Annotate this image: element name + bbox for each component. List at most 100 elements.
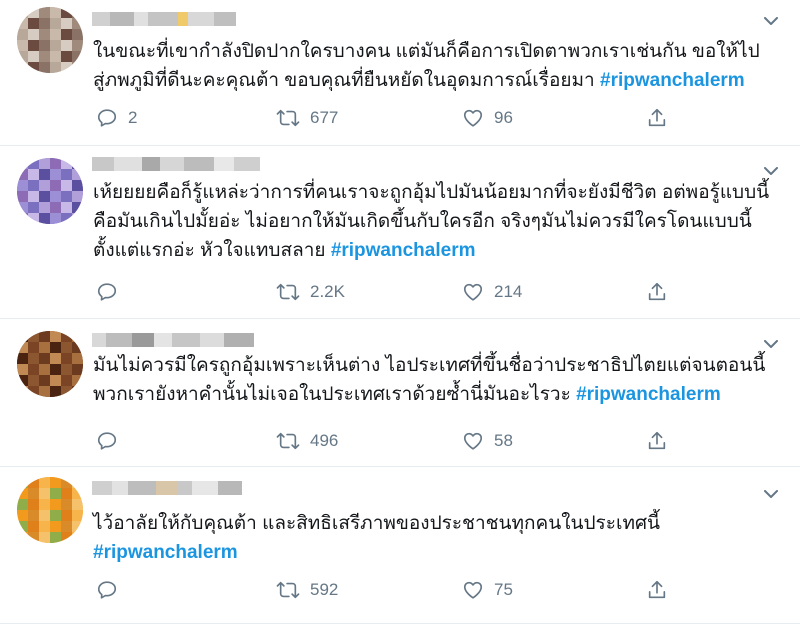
avatar-pixel — [39, 499, 50, 510]
avatar-pixel — [61, 510, 72, 521]
avatar-pixel — [72, 158, 83, 169]
avatar-pixel — [50, 62, 61, 73]
more-options-button[interactable] — [762, 485, 780, 503]
retweet-button[interactable]: 677 — [276, 106, 338, 130]
avatar-pixel — [28, 29, 39, 40]
avatar-pixel — [72, 169, 83, 180]
avatar-pixel — [28, 510, 39, 521]
like-button[interactable]: 96 — [462, 106, 513, 130]
hashtag-link[interactable]: #ripwanchalerm — [600, 70, 745, 91]
retweet-button[interactable]: 2.2K — [276, 280, 345, 304]
share-button[interactable] — [646, 578, 668, 602]
avatar-pixel — [61, 521, 72, 532]
avatar-pixel — [50, 51, 61, 62]
retweet-button[interactable]: 592 — [276, 578, 338, 602]
share-button[interactable] — [646, 429, 668, 453]
avatar-pixel — [50, 180, 61, 191]
avatar-pixel — [17, 191, 28, 202]
avatar[interactable] — [17, 158, 83, 224]
reply-button[interactable] — [96, 280, 128, 304]
avatar-pixel — [61, 375, 72, 386]
name-blur-block — [142, 157, 160, 171]
hashtag-link[interactable]: #ripwanchalerm — [93, 542, 238, 563]
avatar[interactable] — [17, 331, 83, 397]
chevron-down-icon — [764, 339, 778, 348]
author-name-blurred[interactable] — [92, 481, 242, 497]
avatar-pixel — [28, 51, 39, 62]
avatar-pixel — [50, 40, 61, 51]
avatar-pixel — [50, 364, 61, 375]
avatar-pixel — [39, 51, 50, 62]
avatar-pixel — [72, 386, 83, 397]
name-blur-block — [110, 12, 134, 26]
avatar-pixel — [28, 158, 39, 169]
hashtag-link[interactable]: #ripwanchalerm — [331, 240, 476, 261]
share-button[interactable] — [646, 280, 668, 304]
avatar-pixel — [61, 40, 72, 51]
avatar-pixel — [28, 191, 39, 202]
share-button[interactable] — [646, 106, 668, 130]
tweet[interactable]: เห้ยยยยคือก็รู้แหล่ะว่าการที่คนเราจะถูกอ… — [0, 146, 800, 319]
share-icon — [648, 431, 666, 450]
reply-icon — [97, 432, 117, 450]
tweet[interactable]: ไว้อาลัยให้กับคุณต้า และสิทธิเสรีภาพของป… — [0, 467, 800, 624]
avatar-pixel — [61, 532, 72, 543]
avatar-pixel — [50, 477, 61, 488]
avatar-pixel — [61, 477, 72, 488]
more-options-button[interactable] — [762, 12, 780, 30]
reply-button[interactable] — [96, 578, 128, 602]
avatar-pixel — [17, 158, 28, 169]
retweet-button[interactable]: 496 — [276, 429, 338, 453]
avatar-pixel — [28, 62, 39, 73]
avatar-pixel — [39, 18, 50, 29]
reply-button[interactable]: 2 — [96, 106, 137, 130]
like-button[interactable]: 214 — [462, 280, 522, 304]
name-blur-block — [178, 481, 192, 495]
avatar-pixel — [39, 40, 50, 51]
reply-icon — [97, 283, 117, 301]
avatar-pixel — [50, 488, 61, 499]
avatar-pixel — [50, 29, 61, 40]
avatar-pixel — [61, 353, 72, 364]
avatar-pixel — [17, 18, 28, 29]
avatar-pixel — [17, 331, 28, 342]
avatar-pixel — [39, 386, 50, 397]
avatar-pixel — [61, 331, 72, 342]
name-blur-block — [184, 157, 214, 171]
author-name-blurred[interactable] — [92, 157, 260, 173]
author-name-blurred[interactable] — [92, 12, 236, 28]
like-button[interactable]: 75 — [462, 578, 513, 602]
avatar-pixel — [39, 202, 50, 213]
like-button[interactable]: 58 — [462, 429, 513, 453]
avatar[interactable] — [17, 477, 83, 543]
avatar-pixel — [61, 169, 72, 180]
avatar-pixel — [61, 62, 72, 73]
tweet[interactable]: มันไม่ควรมีใครถูกอุ้มเพราะเห็นต่าง ไอประ… — [0, 319, 800, 467]
avatar[interactable] — [17, 7, 83, 73]
name-blur-block — [112, 481, 128, 495]
chevron-down-icon — [764, 489, 778, 498]
name-blur-block — [128, 481, 156, 495]
avatar-pixel — [72, 510, 83, 521]
avatar-pixel — [61, 191, 72, 202]
tweet[interactable]: ในขณะที่เขากำลังปิดปากใครบางคน แต่มันก็ค… — [0, 0, 800, 146]
name-blur-block — [160, 157, 184, 171]
avatar-pixel — [28, 331, 39, 342]
share-icon — [648, 108, 666, 127]
avatar-pixel — [17, 477, 28, 488]
avatar-pixel — [39, 169, 50, 180]
avatar-pixel — [39, 521, 50, 532]
reply-button[interactable] — [96, 429, 128, 453]
avatar-pixel — [50, 386, 61, 397]
name-blur-block — [134, 12, 148, 26]
tweet-actions: 592 75 — [96, 578, 780, 602]
avatar-pixel — [50, 331, 61, 342]
author-name-blurred[interactable] — [92, 333, 254, 349]
name-blur-block — [178, 12, 188, 26]
avatar-pixel — [39, 364, 50, 375]
avatar-pixel — [17, 51, 28, 62]
like-count: 75 — [494, 580, 513, 599]
tweet-actions: 2.2K 214 — [96, 280, 780, 304]
avatar-pixel — [17, 342, 28, 353]
hashtag-link[interactable]: #ripwanchalerm — [576, 384, 721, 405]
